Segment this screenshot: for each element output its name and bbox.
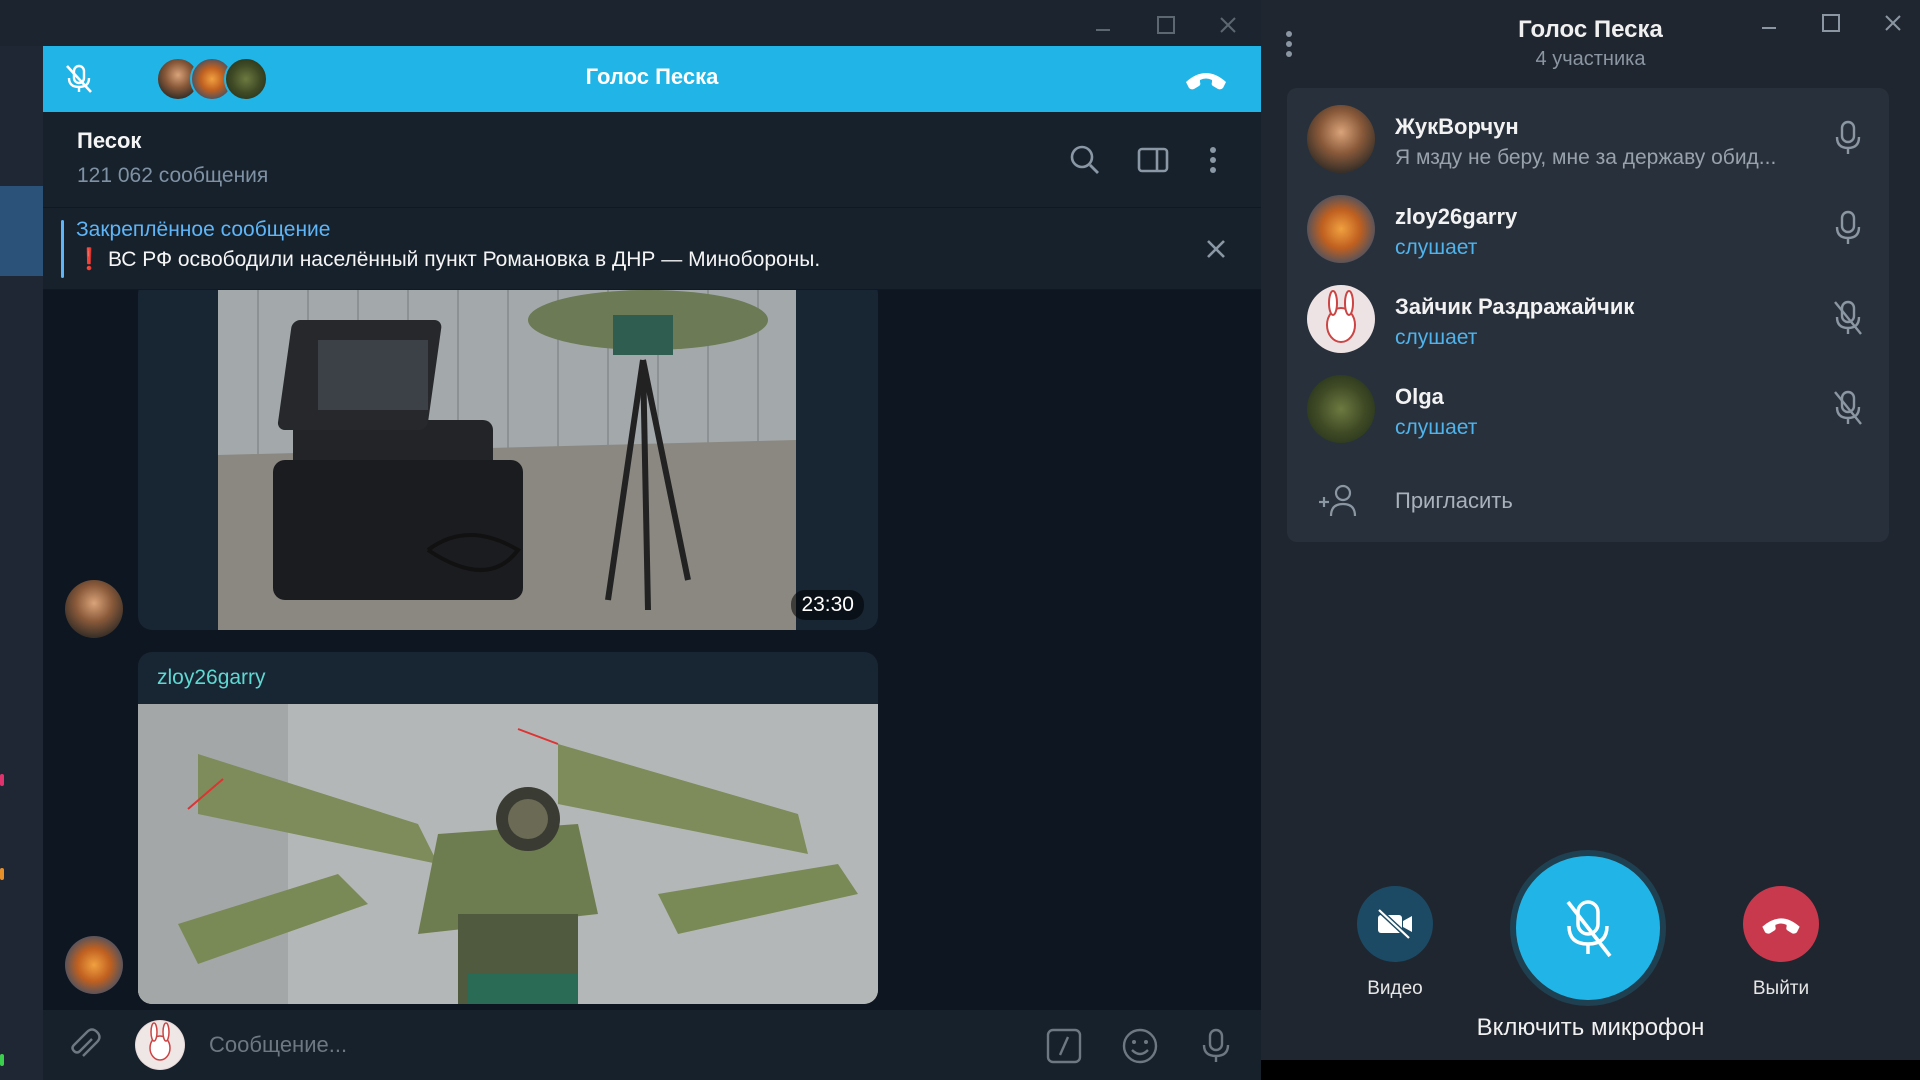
commands-icon[interactable] (1044, 1026, 1084, 1066)
pinned-message[interactable]: Закреплённое сообщение ❗ ВС РФ освободил… (43, 208, 1261, 290)
participant-row[interactable]: Зайчик Раздражайчик слушает (1287, 274, 1889, 364)
participant-row[interactable]: Olga слушает (1287, 364, 1889, 454)
pinned-text: ❗ ВС РФ освободили населённый пункт Рома… (76, 248, 821, 271)
voice-message-icon[interactable] (1196, 1026, 1236, 1066)
chat-subtitle: 121 062 сообщения (77, 164, 269, 187)
close-button[interactable] (1206, 8, 1250, 42)
participants-count: 4 участника (1535, 48, 1646, 70)
chat-window: Голос Песка Песок 121 062 сообщения Закр… (0, 0, 1261, 1080)
mic-muted-icon[interactable] (1833, 298, 1863, 338)
attach-icon[interactable] (65, 1026, 105, 1066)
screen-edge (1261, 1060, 1920, 1080)
video-button[interactable] (1357, 886, 1433, 962)
message-composer: Сообщение... (43, 1010, 1261, 1080)
hang-up-icon[interactable] (1183, 64, 1229, 94)
participant-row[interactable]: zloy26garry слушает (1287, 184, 1889, 274)
avatar (1307, 375, 1375, 443)
photo-message[interactable]: zloy26garry (138, 652, 878, 1004)
emoji-icon[interactable] (1120, 1026, 1160, 1066)
participant-status: слушает (1395, 416, 1478, 439)
leave-label: Выйти (1752, 978, 1810, 999)
add-user-icon (1317, 482, 1361, 518)
maximize-button[interactable] (1811, 6, 1851, 40)
selected-chat-indicator (0, 186, 43, 276)
chat-list-strip[interactable] (0, 46, 43, 1080)
unread-dot (0, 774, 4, 786)
participant-name: Olga (1395, 384, 1444, 409)
invite-label: Пригласить (1395, 488, 1513, 513)
unread-dot (0, 868, 4, 880)
voice-chat-title: Голос Песка (585, 64, 719, 89)
hang-up-icon (1762, 918, 1800, 934)
pinned-title: Закреплённое сообщение (76, 218, 331, 241)
message-author[interactable]: zloy26garry (157, 666, 266, 690)
minimize-icon (1762, 27, 1776, 29)
minimize-icon (1096, 29, 1110, 31)
minimize-button[interactable] (1749, 6, 1789, 40)
participant-status: слушает (1395, 326, 1478, 349)
maximize-icon (1157, 16, 1175, 34)
invite-button[interactable]: Пригласить (1287, 468, 1889, 532)
voice-chat-window: Голос Песка 4 участника ЖукВорчун Я мзду… (1261, 0, 1920, 1060)
voice-chat-bar[interactable]: Голос Песка (43, 46, 1261, 112)
mic-muted-icon[interactable] (1833, 388, 1863, 428)
avatar[interactable] (65, 580, 123, 638)
message-photo[interactable] (138, 704, 878, 1004)
participant-status: слушает (1395, 236, 1478, 259)
pinned-indicator (61, 220, 64, 278)
chat-title: Песок (77, 128, 142, 153)
leave-button[interactable] (1743, 886, 1819, 962)
participants-list: ЖукВорчун Я мзду не беру, мне за державу… (1287, 88, 1889, 542)
send-as-avatar[interactable] (135, 1020, 185, 1070)
participant-name: zloy26garry (1395, 204, 1518, 229)
minimize-button[interactable] (1081, 8, 1125, 42)
sidebar-toggle-icon[interactable] (1133, 140, 1173, 180)
screen: Голос Песка Песок 121 062 сообщения Закр… (0, 0, 1920, 1080)
participant-name: Зайчик Раздражайчик (1395, 294, 1635, 319)
mic-toggle-button[interactable] (1516, 856, 1660, 1000)
participant-row[interactable]: ЖукВорчун Я мзду не беру, мне за державу… (1287, 94, 1889, 184)
avatar[interactable] (65, 936, 123, 994)
close-icon (1220, 17, 1236, 33)
video-label: Видео (1367, 978, 1423, 999)
participant-name: ЖукВорчун (1395, 114, 1519, 139)
maximize-button[interactable] (1144, 8, 1188, 42)
video-off-icon (1377, 908, 1412, 940)
unread-dot (0, 1054, 4, 1066)
avatar (1307, 195, 1375, 263)
maximize-icon (1822, 14, 1840, 32)
message-photo[interactable] (218, 290, 796, 630)
chat-header[interactable]: Песок 121 062 сообщения (43, 112, 1261, 208)
search-icon[interactable] (1065, 140, 1105, 180)
chat-titlebar (0, 0, 1261, 46)
more-menu-icon[interactable] (1193, 140, 1233, 180)
avatar (1307, 105, 1375, 173)
message-time: 23:30 (791, 590, 864, 620)
participant-status: Я мзду не беру, мне за державу обид... (1395, 146, 1777, 169)
message-input[interactable]: Сообщение... (209, 1032, 347, 1058)
mic-toggle-label: Включить микрофон (1476, 1014, 1705, 1041)
message-list[interactable]: 23:30 zloy26garry (43, 290, 1261, 1010)
photo-message[interactable]: 23:30 (138, 290, 878, 630)
mic-muted-icon (1566, 900, 1612, 958)
mic-icon[interactable] (1833, 118, 1863, 158)
close-pinned-icon[interactable] (1201, 234, 1231, 264)
close-icon (1885, 15, 1901, 31)
mic-icon[interactable] (1833, 208, 1863, 248)
close-button[interactable] (1873, 6, 1913, 40)
avatar (1307, 285, 1375, 353)
